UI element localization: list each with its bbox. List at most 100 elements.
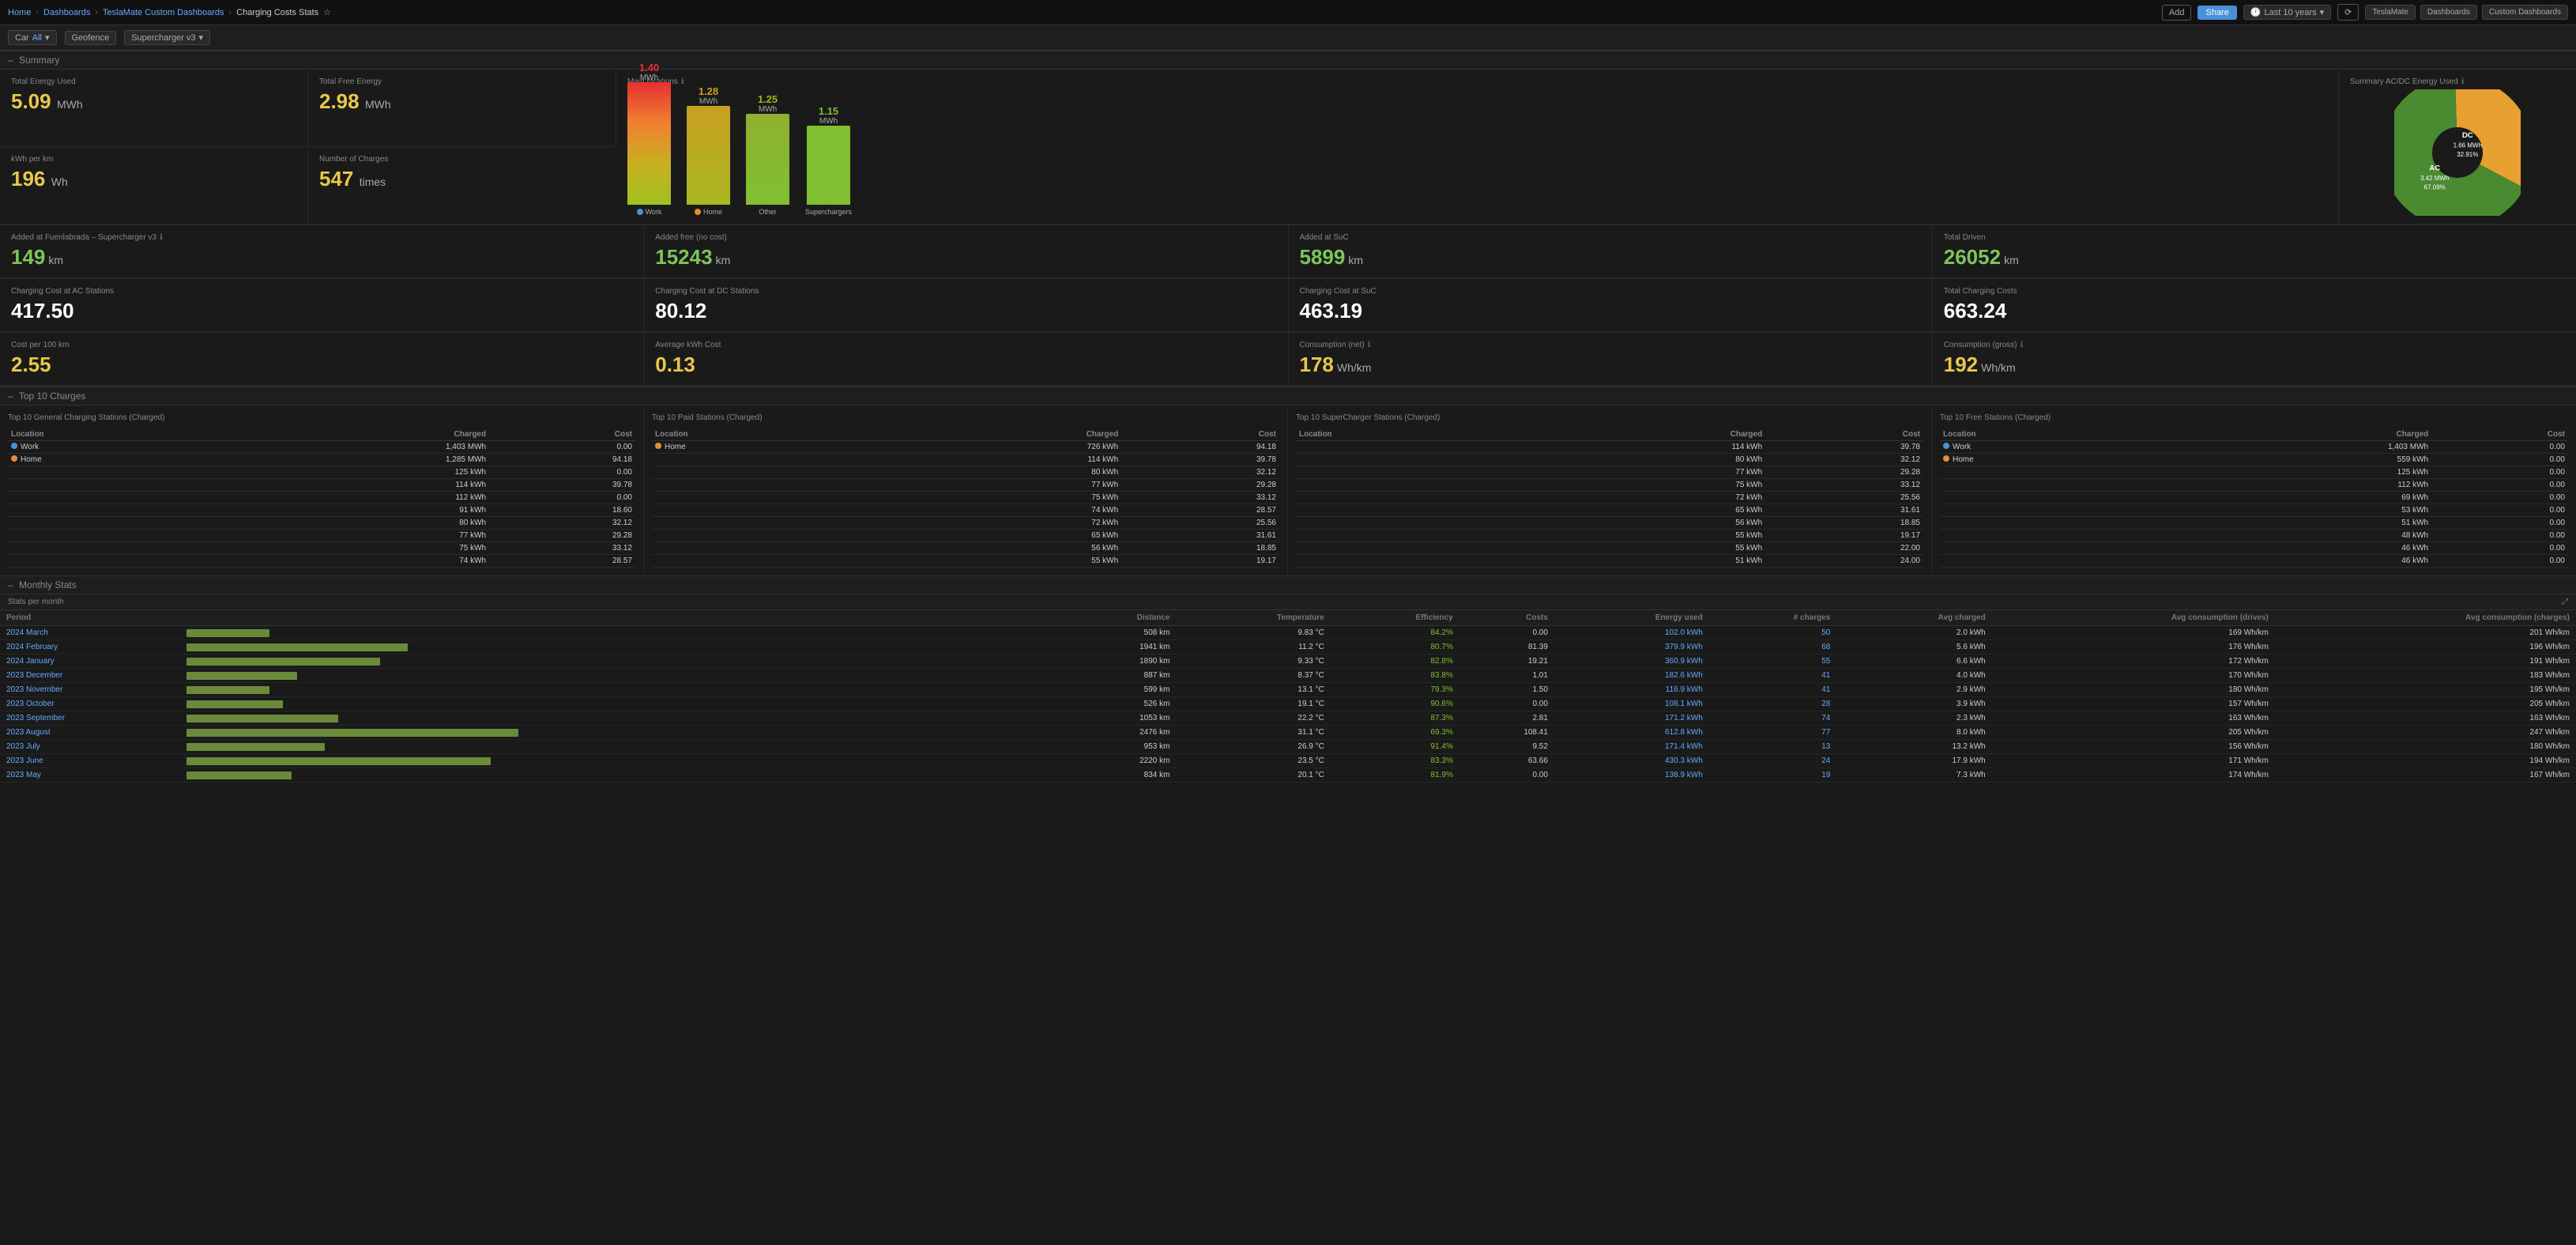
time-range-picker[interactable]: 🕐 Last 10 years ▾ [2243, 5, 2331, 20]
list-item: Home 1,285 MWh 94.18 [8, 454, 635, 466]
list-item: 80 kWh 32.12 [8, 517, 635, 530]
efficiency-cell: 91.4% [1331, 740, 1459, 754]
location-cell [652, 530, 889, 542]
avg-charged-header: Avg charged [1836, 610, 1991, 626]
dashboards-link[interactable]: Dashboards [43, 8, 90, 17]
ac-dc-info-icon[interactable]: ℹ [2461, 77, 2465, 86]
charges-cell: 77 [1709, 726, 1837, 740]
period-cell[interactable]: 2023 June [0, 754, 183, 768]
energy-cell: 108.1 kWh [1554, 697, 1709, 711]
period-cell[interactable]: 2023 September [0, 711, 183, 726]
list-item: 72 kWh 25.56 [1296, 492, 1923, 504]
charger-type-filter[interactable]: Supercharger v3 ▾ [124, 30, 210, 45]
location-dot [655, 443, 661, 449]
expand-icon[interactable]: ⤢ [2562, 598, 2568, 606]
period-cell[interactable]: 2023 December [0, 669, 183, 683]
dashboards-button[interactable]: Dashboards [2420, 5, 2477, 20]
distance-cell: 526 km [1059, 697, 1177, 711]
list-item: Work 1,403 MWh 0.00 [1940, 441, 2568, 454]
paid-cost-header: Cost [1121, 428, 1279, 441]
info2[interactable]: ℹ [1368, 341, 1371, 349]
period-cell[interactable]: 2024 February [0, 640, 183, 655]
location-cell [8, 504, 228, 517]
home-dot [695, 209, 701, 215]
temp-cell: 13.1 °C [1176, 683, 1330, 697]
temp-header: Temperature [1176, 610, 1330, 626]
charges-cell: 50 [1709, 626, 1837, 640]
top10-section-header[interactable]: – Top 10 Charges [0, 387, 2576, 406]
charged-cell: 112 kWh [2164, 479, 2431, 492]
avg-charged-cell: 7.3 kWh [1836, 768, 1991, 783]
monthly-bar [186, 729, 518, 737]
cost-cell: 94.18 [489, 454, 635, 466]
ac-dc-chart-card: Summary AC/DC Energy Used ℹ DC 1.66 MWh … [2339, 70, 2576, 224]
monthly-bar [186, 772, 292, 779]
info3[interactable]: ℹ [2021, 341, 2024, 349]
table-row: 2023 June 2220 km 23.5 °C 83.3% 63.66 43… [0, 754, 2576, 768]
home-link[interactable]: Home [8, 8, 31, 17]
list-item: 77 kWh 29.28 [652, 479, 1279, 492]
efficiency-cell: 87.3% [1331, 711, 1459, 726]
period-cell[interactable]: 2024 March [0, 626, 183, 640]
monthly-table-container: Period Distance Temperature Efficiency C… [0, 610, 2576, 783]
avg-drives-cell: 205 Wh/km [1992, 726, 2275, 740]
period-cell[interactable]: 2023 October [0, 697, 183, 711]
avg-charged-cell: 17.9 kWh [1836, 754, 1991, 768]
energy-cell: 102.0 kWh [1554, 626, 1709, 640]
cost-cell: 32.12 [1765, 454, 1923, 466]
period-cell[interactable]: 2023 August [0, 726, 183, 740]
free-charged-header: Charged [2164, 428, 2431, 441]
favorite-icon[interactable]: ☆ [323, 7, 331, 17]
avg-kwh-cost-label: Average kWh Cost [655, 341, 1276, 349]
charged-cell: 77 kWh [889, 479, 1121, 492]
period-header: Period [0, 610, 183, 626]
car-filter[interactable]: Car All ▾ [8, 30, 57, 45]
cost-cell: 18.85 [1121, 542, 1279, 555]
costs-cell: 0.00 [1459, 768, 1554, 783]
cost-per-100km-card: Cost per 100 km 2.55 [0, 333, 644, 386]
temp-cell: 8.37 °C [1176, 669, 1330, 683]
clock-icon: 🕐 [2250, 7, 2262, 17]
share-button[interactable]: Share [2198, 6, 2236, 20]
list-item: 114 kWh 39.78 [8, 479, 635, 492]
summary-title: Summary [19, 55, 59, 66]
period-cell[interactable]: 2023 May [0, 768, 183, 783]
costs-cell: 9.52 [1459, 740, 1554, 754]
costs-cell: 63.66 [1459, 754, 1554, 768]
suc-loc-header: Location [1296, 428, 1533, 441]
teslamate-dash-button[interactable]: TeslaMate [2365, 5, 2416, 20]
period-cell[interactable]: 2023 July [0, 740, 183, 754]
location-cell [652, 542, 889, 555]
location-cell [1296, 542, 1533, 555]
refresh-button[interactable]: ⟳ [2337, 4, 2359, 21]
list-item: 77 kWh 29.28 [8, 530, 635, 542]
period-cell[interactable]: 2024 January [0, 655, 183, 669]
avg-drives-cell: 171 Wh/km [1992, 754, 2275, 768]
distance-cell: 953 km [1059, 740, 1177, 754]
monthly-section-header[interactable]: – Monthly Stats [0, 575, 2576, 594]
summary-section-header[interactable]: – Summary [0, 51, 2576, 70]
table-row: 2024 March 508 km 9.83 °C 84.2% 0.00 102… [0, 626, 2576, 640]
charged-cell: 69 kWh [2164, 492, 2431, 504]
teslamate-link[interactable]: TeslaMate Custom Dashboards [103, 8, 224, 17]
location-cell [1296, 530, 1533, 542]
costs-cell: 0.00 [1459, 626, 1554, 640]
geofence-filter[interactable]: Geofence [65, 31, 117, 45]
info1[interactable]: ℹ [160, 233, 163, 242]
cost-cell: 18.85 [1765, 517, 1923, 530]
period-cell[interactable]: 2023 November [0, 683, 183, 697]
distance-cell: 599 km [1059, 683, 1177, 697]
number-charges-card: Number of Charges 547 times [308, 147, 616, 224]
custom-dashboards-button[interactable]: Custom Dashboards [2482, 5, 2568, 20]
bar-cell [183, 711, 1059, 726]
charger-type-label: Supercharger v3 [131, 33, 195, 43]
info-icon[interactable]: ℹ [681, 77, 684, 86]
bar-work [627, 82, 671, 205]
top10-general-title: Top 10 General Charging Stations (Charge… [8, 413, 635, 422]
cost-cell: 24.00 [1765, 555, 1923, 568]
avg-kwh-cost-card: Average kWh Cost 0.13 [644, 333, 1288, 386]
add-button[interactable]: Add [2162, 5, 2192, 21]
list-item: 74 kWh 28.57 [652, 504, 1279, 517]
list-item: 48 kWh 0.00 [1940, 530, 2568, 542]
list-item: 114 kWh 39.78 [1296, 441, 1923, 454]
